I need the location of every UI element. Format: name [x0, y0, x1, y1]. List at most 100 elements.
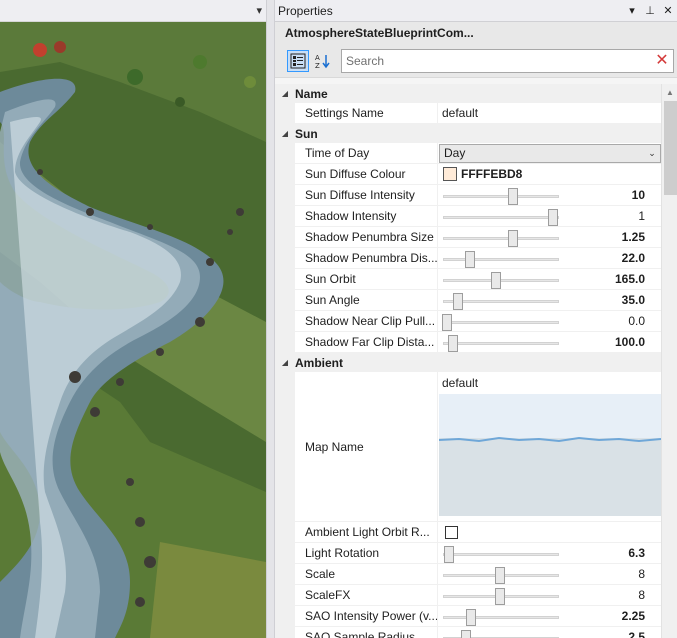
numeric-value[interactable]: 100.0 [615, 335, 645, 349]
slider-thumb[interactable] [495, 588, 505, 605]
numeric-value[interactable]: 1 [638, 209, 645, 223]
slider-thumb[interactable] [444, 546, 455, 563]
numeric-value[interactable]: 2.5 [628, 630, 645, 638]
settings-name-value[interactable]: default [438, 103, 661, 123]
vertical-scrollbar[interactable]: ▲ [661, 84, 677, 638]
category-label: Ambient [295, 355, 343, 370]
property-row[interactable]: SAO Intensity Power (v... 2.25 [275, 606, 661, 627]
property-label: Shadow Near Clip Pull... [295, 311, 438, 331]
collapse-icon[interactable]: ◢ [275, 89, 295, 98]
pin-icon[interactable]: ⊥ [641, 4, 659, 17]
slider-track[interactable] [443, 279, 559, 282]
terrain-river-render[interactable] [0, 22, 266, 638]
alphabetical-sort-button[interactable]: A Z [311, 50, 333, 72]
property-row[interactable]: Shadow Penumbra Size 1.25 [275, 227, 661, 248]
scroll-up-icon[interactable]: ▲ [662, 84, 677, 101]
svg-text:Z: Z [315, 62, 320, 69]
panel-splitter[interactable] [266, 0, 274, 638]
ambient-light-orbit-checkbox[interactable] [445, 525, 458, 539]
panel-menu-icon[interactable]: ▾ [623, 4, 641, 17]
property-label: Shadow Penumbra Dis... [295, 248, 438, 268]
slider-thumb[interactable] [490, 272, 501, 289]
property-label: Settings Name [295, 103, 438, 123]
search-box: ✕ [341, 48, 674, 73]
clear-search-icon[interactable]: ✕ [651, 50, 673, 72]
slider-track[interactable] [443, 195, 559, 198]
properties-title-bar: Properties ▾ ⊥ ✕ [275, 0, 677, 22]
selected-object-name: AtmosphereStateBlueprintCom... [275, 22, 677, 44]
dropdown-selected-value: Day [444, 146, 466, 160]
time-of-day-dropdown[interactable]: Day ⌄ [439, 143, 661, 163]
slider-thumb[interactable] [507, 230, 518, 247]
slider-track[interactable] [443, 321, 559, 324]
collapse-icon[interactable]: ◢ [275, 358, 295, 367]
numeric-value[interactable]: 165.0 [615, 272, 645, 286]
slider-track[interactable] [443, 237, 559, 240]
numeric-value[interactable]: 22.0 [622, 251, 645, 265]
property-row[interactable]: Sun Angle 35.0 [275, 290, 661, 311]
slider-thumb[interactable] [465, 251, 476, 268]
slider-track[interactable] [443, 216, 559, 219]
slider-track[interactable] [443, 258, 559, 261]
scene-viewport[interactable]: ▾ [0, 0, 266, 638]
property-row[interactable]: Light Rotation 6.3 [275, 543, 661, 564]
scrollbar-thumb[interactable] [664, 101, 677, 195]
slider-thumb[interactable] [452, 293, 463, 310]
slider-thumb[interactable] [548, 209, 558, 226]
slider-track[interactable] [443, 553, 559, 556]
property-label: Sun Diffuse Intensity [295, 185, 438, 205]
categorized-view-button[interactable] [287, 49, 309, 72]
slider-track[interactable] [443, 342, 559, 345]
color-swatch[interactable] [443, 167, 457, 181]
property-label: Shadow Penumbra Size [295, 227, 438, 247]
color-hex-value[interactable]: FFFFEBD8 [461, 167, 522, 181]
property-label: Sun Angle [295, 290, 438, 310]
property-row[interactable]: Time of Day Day ⌄ [275, 143, 661, 164]
numeric-value[interactable]: 2.25 [622, 609, 645, 623]
slider-thumb[interactable] [507, 188, 518, 205]
numeric-value[interactable]: 6.3 [628, 546, 645, 560]
numeric-value[interactable]: 8 [638, 588, 645, 602]
property-row[interactable]: ScaleFX 8 [275, 585, 661, 606]
property-row[interactable]: SAO Sample Radius 2.5 [275, 627, 661, 638]
svg-text:A: A [315, 54, 320, 62]
slider-thumb[interactable] [442, 314, 452, 331]
property-row[interactable]: Shadow Far Clip Dista... 100.0 [275, 332, 661, 353]
property-row[interactable]: Shadow Near Clip Pull... 0.0 [275, 311, 661, 332]
search-input[interactable] [342, 49, 651, 72]
property-label: Time of Day [295, 143, 438, 163]
numeric-value[interactable]: 35.0 [622, 293, 645, 307]
property-row[interactable]: Map Name default [275, 372, 661, 522]
numeric-value[interactable]: 1.25 [622, 230, 645, 244]
slider-thumb[interactable] [466, 609, 477, 626]
category-label: Name [295, 86, 328, 101]
slider-thumb[interactable] [461, 630, 472, 638]
property-row[interactable]: Sun Diffuse Colour FFFFEBD8 [275, 164, 661, 185]
property-row[interactable]: Shadow Intensity 1 [275, 206, 661, 227]
slider-thumb[interactable] [448, 335, 459, 352]
property-label: SAO Sample Radius [295, 627, 438, 638]
property-row[interactable]: Scale 8 [275, 564, 661, 585]
category-sun[interactable]: ◢ Sun [275, 124, 661, 143]
property-row[interactable]: Shadow Penumbra Dis... 22.0 [275, 248, 661, 269]
property-row[interactable]: Sun Diffuse Intensity 10 [275, 185, 661, 206]
slider-track[interactable] [443, 616, 559, 619]
collapse-icon[interactable]: ◢ [275, 129, 295, 138]
numeric-value[interactable]: 8 [638, 567, 645, 581]
properties-panel: Properties ▾ ⊥ ✕ AtmosphereStateBlueprin… [274, 0, 677, 638]
slider-thumb[interactable] [495, 567, 505, 584]
category-label: Sun [295, 126, 318, 141]
map-name-value[interactable]: default [438, 372, 661, 394]
category-name[interactable]: ◢ Name [275, 84, 661, 103]
property-row[interactable]: Ambient Light Orbit R... [275, 522, 661, 543]
numeric-value[interactable]: 10 [632, 188, 645, 202]
property-row[interactable]: Sun Orbit 165.0 [275, 269, 661, 290]
close-icon[interactable]: ✕ [659, 4, 677, 17]
property-label: Shadow Far Clip Dista... [295, 332, 438, 352]
category-ambient[interactable]: ◢ Ambient [275, 353, 661, 372]
numeric-value[interactable]: 0.0 [628, 314, 645, 328]
property-label: ScaleFX [295, 585, 438, 605]
map-preview-image[interactable] [439, 394, 661, 516]
property-row[interactable]: Settings Name default [275, 103, 661, 124]
viewport-menu-icon[interactable]: ▾ [256, 3, 262, 19]
